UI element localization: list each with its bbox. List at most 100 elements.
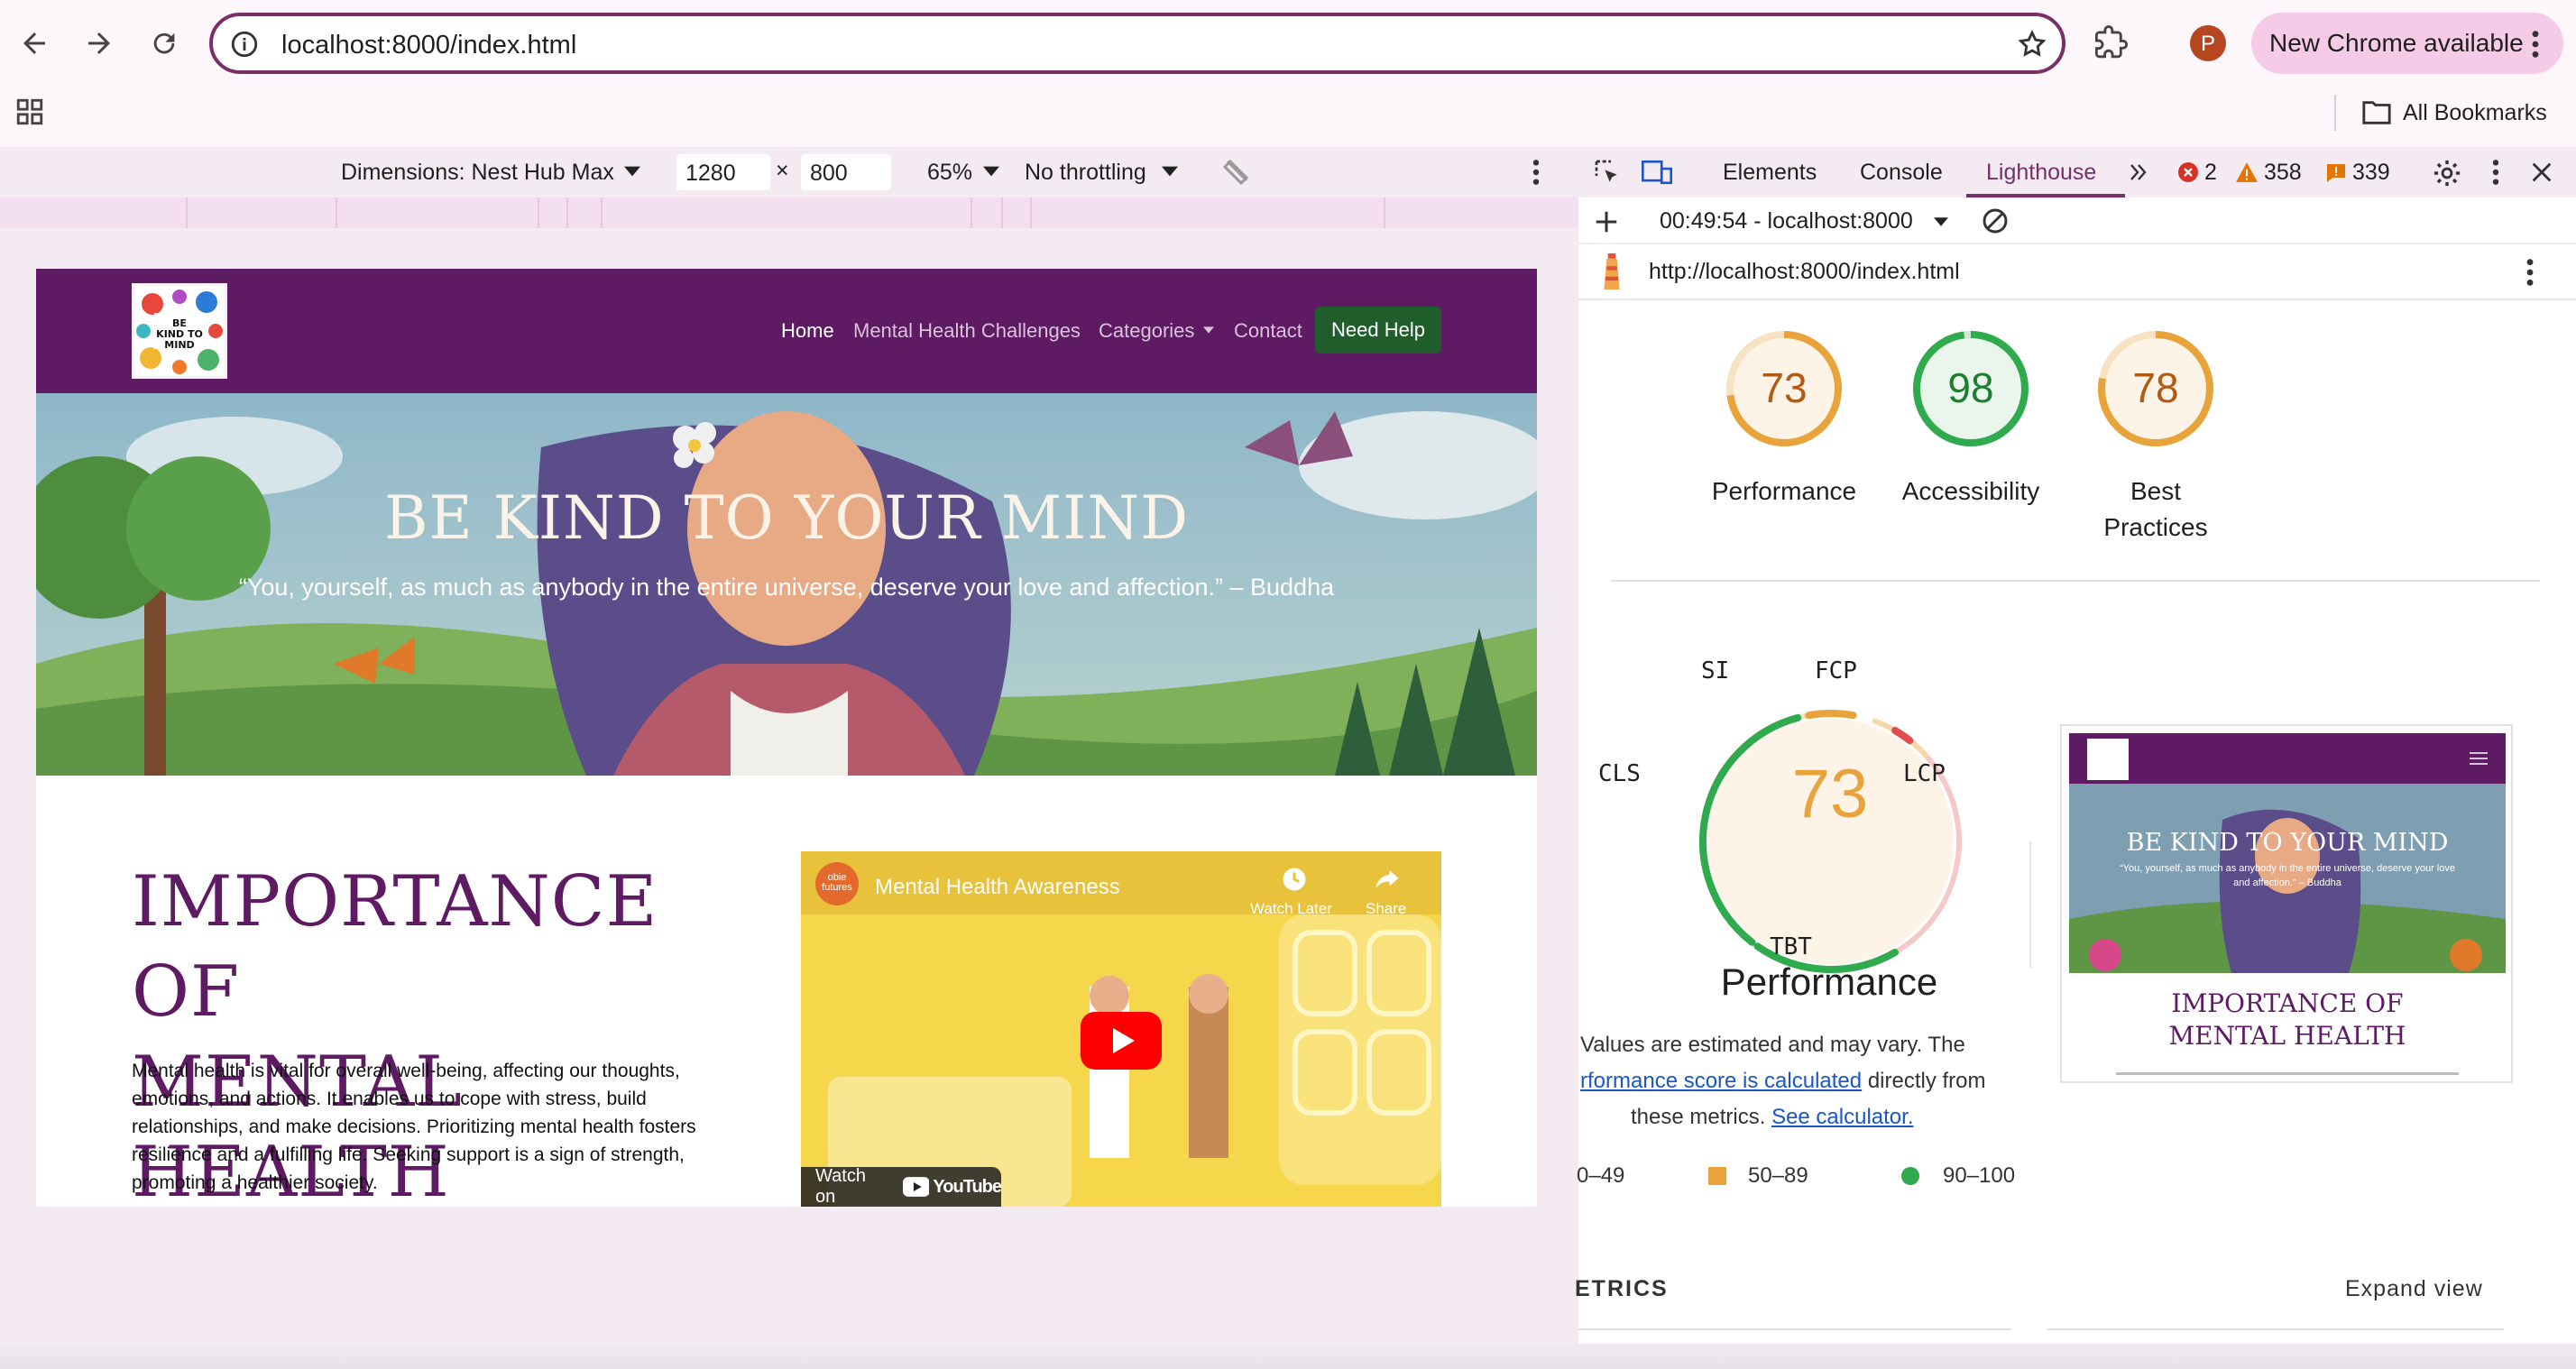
channel-avatar[interactable]: obie futures bbox=[815, 862, 859, 905]
nav-home[interactable]: Home bbox=[781, 319, 834, 343]
report-more-icon[interactable] bbox=[2524, 257, 2536, 288]
watch-on-youtube-button[interactable]: Watch on YouTube bbox=[801, 1166, 1002, 1207]
devtools-tabbar: Elements Console Lighthouse 2 358 339 bbox=[1578, 147, 2576, 198]
metric-fcp: FCP bbox=[1815, 657, 1857, 684]
perf-note-line-2: rformance score is calculated directly f… bbox=[1580, 1069, 1986, 1094]
metric-tbt: TBT bbox=[1770, 933, 1812, 960]
legend-orange-label: 50–89 bbox=[1748, 1163, 1808, 1188]
categories-caret-icon bbox=[1203, 326, 1214, 334]
caret-down-icon bbox=[983, 166, 999, 177]
share-icon[interactable] bbox=[1373, 866, 1402, 893]
url-text: localhost:8000/index.html bbox=[281, 31, 577, 60]
device-toolbar: Dimensions: Nest Hub Max 1280 × 800 65% … bbox=[0, 147, 1578, 198]
vertical-divider bbox=[2029, 841, 2031, 968]
thumb-hamburger-icon bbox=[2470, 752, 2488, 765]
see-calculator-link[interactable]: See calculator. bbox=[1771, 1105, 1913, 1129]
issues-count[interactable]: 339 bbox=[2352, 160, 2390, 186]
width-input[interactable]: 1280 bbox=[676, 154, 770, 190]
all-bookmarks-button[interactable]: All Bookmarks bbox=[2361, 93, 2547, 133]
final-screenshot-thumbnail[interactable]: BE KIND TO YOUR MIND “You, yourself, as … bbox=[2060, 724, 2513, 1083]
height-input[interactable]: 800 bbox=[801, 154, 891, 190]
score-label: Performance bbox=[1711, 477, 1857, 505]
report-selector[interactable]: 00:49:54 - localhost:8000 bbox=[1660, 208, 1913, 234]
plus-icon[interactable] bbox=[1593, 208, 1620, 235]
tab-elements[interactable]: Elements bbox=[1723, 160, 1817, 186]
media-query-ruler[interactable] bbox=[0, 198, 1578, 228]
update-label: New Chrome available bbox=[2269, 29, 2524, 57]
expand-view-button[interactable]: Expand view bbox=[2345, 1276, 2483, 1302]
apps-grid-icon[interactable] bbox=[14, 96, 45, 127]
perf-note-mid: directly from bbox=[1867, 1069, 1986, 1093]
video-title[interactable]: Mental Health Awareness bbox=[875, 875, 1120, 900]
warning-count[interactable]: 358 bbox=[2264, 160, 2302, 186]
youtube-wordmark: YouTube bbox=[933, 1176, 1002, 1197]
legend-green-label: 90–100 bbox=[1943, 1163, 2016, 1188]
importance-section: IMPORTANCE OF MENTAL HEALTH Mental healt… bbox=[36, 776, 1537, 1207]
hero-quote: “You, yourself, as much as anybody in th… bbox=[238, 574, 1335, 601]
device-toggle-icon[interactable] bbox=[1642, 158, 1672, 187]
metric-si: SI bbox=[1701, 657, 1730, 684]
legend-green-circle bbox=[1901, 1167, 1919, 1185]
metric-lcp: LCP bbox=[1903, 760, 1946, 787]
zoom-select[interactable]: 65% bbox=[927, 160, 972, 186]
nav-mental-health-challenges[interactable]: Mental Health Challenges bbox=[853, 319, 1081, 343]
error-icon[interactable] bbox=[2177, 161, 2199, 183]
nav-contact[interactable]: Contact bbox=[1234, 319, 1302, 343]
perf-note-line-3: these metrics. See calculator. bbox=[1631, 1105, 1914, 1130]
nav-categories[interactable]: Categories bbox=[1099, 319, 1194, 343]
clear-icon[interactable] bbox=[1981, 207, 2010, 235]
tab-console[interactable]: Console bbox=[1860, 160, 1943, 186]
tab-lighthouse[interactable]: Lighthouse bbox=[1986, 160, 2096, 186]
metrics-divider-left bbox=[1578, 1328, 2011, 1330]
device-more-icon[interactable] bbox=[1530, 158, 1542, 187]
profile-avatar[interactable]: P bbox=[2190, 25, 2226, 61]
dimensions-select[interactable]: Dimensions: Nest Hub Max bbox=[341, 160, 614, 186]
performance-title: Performance bbox=[1720, 960, 1938, 1003]
bookmarks-bar: All Bookmarks bbox=[0, 87, 2576, 147]
bookmark-divider bbox=[2334, 95, 2336, 131]
warning-icon[interactable] bbox=[2235, 161, 2259, 183]
site-info-icon[interactable] bbox=[229, 29, 260, 60]
score-label: Accessibility bbox=[1901, 477, 2040, 505]
thumb-logo bbox=[2087, 739, 2129, 780]
site-logo[interactable]: BE KIND TO MIND bbox=[132, 283, 227, 379]
score-gauges: 73 Performance 98 Accessibility 78 Best Practi… bbox=[1578, 318, 2576, 697]
score-calculated-link[interactable]: rformance score is calculated bbox=[1580, 1069, 1862, 1093]
arrow-left-icon bbox=[23, 32, 45, 54]
inspect-element-icon[interactable] bbox=[1593, 158, 1622, 187]
bookmark-star-icon[interactable] bbox=[2017, 29, 2047, 60]
error-count[interactable]: 2 bbox=[2204, 160, 2217, 186]
update-chrome-button[interactable]: New Chrome available bbox=[2251, 13, 2563, 74]
watch-later-label: Watch Later bbox=[1250, 900, 1333, 917]
metric-cls: CLS bbox=[1598, 760, 1641, 787]
settings-gear-icon[interactable] bbox=[2432, 158, 2462, 188]
rotate-icon[interactable] bbox=[1219, 156, 1252, 188]
close-icon[interactable] bbox=[2529, 160, 2554, 185]
lighthouse-icon bbox=[1604, 253, 1620, 289]
emulated-page: BE KIND TO MIND Home Mental Health Chall… bbox=[36, 269, 1537, 1207]
play-button-icon[interactable] bbox=[1081, 1012, 1162, 1070]
perf-note-line-1: Values are estimated and may vary. The bbox=[1580, 1033, 1965, 1057]
reload-icon bbox=[153, 32, 175, 54]
score-value: 78 bbox=[2132, 364, 2179, 411]
share-label: Share bbox=[1366, 900, 1407, 917]
perf-note-end: these metrics. bbox=[1631, 1105, 1766, 1129]
reload-button[interactable] bbox=[139, 18, 189, 69]
all-bookmarks-label: All Bookmarks bbox=[2403, 99, 2547, 125]
issues-icon[interactable] bbox=[2325, 162, 2347, 184]
extensions-icon[interactable] bbox=[2094, 25, 2129, 60]
throttling-select[interactable]: No throttling bbox=[1025, 160, 1146, 186]
devtools-more-icon[interactable] bbox=[2489, 158, 2502, 187]
bottom-fade bbox=[0, 1344, 2576, 1369]
need-help-button[interactable]: Need Help bbox=[1315, 307, 1441, 354]
caret-down-icon bbox=[1934, 217, 1948, 226]
arrow-right-icon bbox=[88, 32, 110, 54]
back-button[interactable] bbox=[9, 18, 60, 69]
more-tabs-icon[interactable] bbox=[2127, 161, 2150, 183]
address-bar[interactable]: localhost:8000/index.html bbox=[209, 13, 2065, 74]
report-url[interactable]: http://localhost:8000/index.html bbox=[1649, 259, 1960, 285]
browser-toolbar: localhost:8000/index.html P New Chrome a… bbox=[0, 0, 2576, 87]
forward-button[interactable] bbox=[74, 18, 124, 69]
youtube-embed[interactable]: obie futures Mental Health Awareness Wat… bbox=[801, 851, 1441, 1207]
clock-icon[interactable] bbox=[1281, 866, 1308, 893]
